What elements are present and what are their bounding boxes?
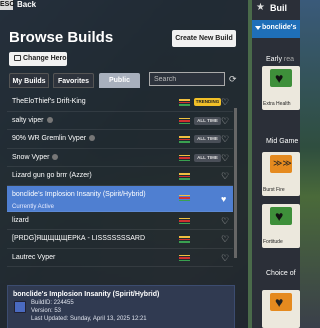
info-icon[interactable] [46, 116, 53, 123]
build-stats-icon [179, 173, 190, 180]
preview-header-label: bonclide's [262, 24, 297, 31]
item-card-extra-health[interactable]: ♥ Extra Health [262, 66, 300, 110]
browse-builds-panel: ESC Back Browse Builds Create New Build … [0, 0, 248, 328]
esc-key-badge[interactable]: ESC [0, 0, 14, 10]
item-card-fortitude[interactable]: ♥ Fortitude [262, 204, 300, 248]
build-row[interactable]: Lizard gun go brrr (Azzer) ♡ [7, 167, 233, 186]
detail-title: bonclide's Implosion Insanity (Spirit/Hy… [13, 291, 160, 298]
item-caption: Fortitude [263, 239, 283, 245]
tab-public[interactable]: Public [99, 73, 140, 88]
preview-header[interactable]: bonclide's [252, 20, 300, 38]
build-row[interactable]: 90% WR Gremlin Vyper ALL TIME ♡ [7, 130, 233, 149]
build-stats-icon [179, 194, 190, 202]
back-button[interactable]: Back [17, 0, 36, 10]
status-badge: ALL TIME [194, 116, 221, 125]
build-stats-icon [179, 117, 190, 125]
change-hero-button[interactable]: Change Hero [9, 52, 67, 66]
build-stats-icon [179, 217, 190, 225]
page-title: Browse Builds [9, 29, 114, 46]
build-row[interactable]: Lautrec Vyper ♡ [7, 249, 233, 267]
info-icon[interactable] [89, 135, 96, 141]
list-scrollbar[interactable] [234, 108, 237, 258]
hero-avatar [14, 301, 26, 313]
favorite-heart-icon[interactable]: ♡ [221, 112, 229, 130]
build-name: Lautrec Vyper [12, 253, 56, 261]
favorite-heart-icon[interactable]: ♡ [221, 149, 229, 167]
section-choice-label: Choice of [266, 270, 296, 277]
build-name: TheEloThief's Drift-King [12, 98, 86, 105]
heart-item-icon: ♥ [270, 69, 292, 87]
favorite-heart-icon[interactable]: ♡ [221, 249, 229, 267]
build-stats-icon [179, 99, 190, 106]
item-caption: Burst Fire [263, 187, 285, 193]
favorite-heart-icon[interactable]: ♥ [221, 186, 226, 211]
build-id: BuildID: 224455 [31, 300, 74, 306]
star-icon: ★ [256, 2, 265, 13]
burst-fire-icon: ≫≫ [270, 155, 292, 173]
build-stats-icon [179, 154, 190, 162]
favorite-heart-icon[interactable]: ♡ [221, 212, 229, 230]
build-row[interactable]: TheEloThief's Drift-King TRENDING ♡ [7, 93, 233, 112]
favorite-heart-icon[interactable]: ♡ [221, 230, 229, 248]
preview-title: Buil [270, 3, 287, 13]
favorite-heart-icon[interactable]: ♡ [221, 167, 229, 185]
item-caption: Extra Health [263, 101, 291, 107]
tab-my-builds[interactable]: My Builds [9, 73, 49, 88]
info-icon[interactable] [52, 153, 59, 160]
build-detail-card: bonclide's Implosion Insanity (Spirit/Hy… [7, 285, 235, 328]
build-name: Lizard gun go brrr (Azzer) [12, 172, 92, 179]
create-new-build-button[interactable]: Create New Build [172, 30, 236, 47]
favorite-heart-icon[interactable]: ♡ [221, 130, 229, 148]
build-name: lizard [12, 216, 29, 224]
build-row[interactable]: [PRDG]ЯЩЩЩЩЕРКА - LISSSSSSSARD ♡ [7, 230, 233, 249]
build-version: Version: 53 [31, 308, 62, 314]
builds-list: TheEloThief's Drift-King TRENDING ♡ salt… [7, 93, 233, 267]
build-stats-icon [179, 254, 190, 262]
build-name: salty viper [12, 116, 44, 124]
section-early-extra: rea [283, 56, 295, 63]
status-badge: ALL TIME [194, 153, 221, 162]
refresh-icon[interactable]: ⟳ [229, 74, 237, 85]
build-stats-icon [179, 236, 190, 243]
build-preview-panel: ★ Buil bonclide's Early rea ♥ Extra Heal… [252, 0, 300, 328]
build-name: 90% WR Gremlin Vyper [12, 135, 87, 142]
search-input[interactable] [149, 72, 225, 86]
section-early: Early rea [266, 56, 294, 63]
chevron-down-icon [255, 26, 261, 30]
fortitude-icon: ♥ [270, 207, 292, 225]
item-card-burst-fire[interactable]: ≫≫ Burst Fire [262, 152, 300, 196]
build-row[interactable]: Snow Vyper ALL TIME ♡ [7, 149, 233, 167]
build-name: bonclide's Implosion Insanity (Spirit/Hy… [12, 190, 146, 198]
build-name: Snow Vyper [12, 153, 50, 161]
favorite-heart-icon[interactable]: ♡ [221, 93, 229, 111]
build-row[interactable]: salty viper ALL TIME ♡ [7, 112, 233, 130]
build-row-selected[interactable]: bonclide's Implosion Insanity (Spirit/Hy… [7, 185, 233, 212]
tab-favorites[interactable]: Favorites [53, 73, 94, 88]
status-badge: ALL TIME [194, 135, 221, 143]
hero-icon [14, 55, 21, 61]
status-badge: TRENDING [194, 98, 221, 106]
build-name: [PRDG]ЯЩЩЩЩЕРКА - LISSSSSSSARD [12, 235, 146, 242]
build-row[interactable]: lizard ♡ [7, 212, 233, 230]
build-stats-icon [179, 136, 190, 143]
section-early-label: Early [266, 56, 282, 63]
broken-heart-icon: ♥ [270, 293, 292, 311]
currently-active-label: Currently Active [12, 203, 55, 210]
change-hero-label: Change Hero [23, 55, 67, 62]
section-mid-label: Mid Game [266, 138, 299, 145]
last-updated: Last Updated: Sunday, April 13, 2025 12:… [31, 316, 147, 322]
item-card[interactable]: ♥ [262, 290, 300, 328]
